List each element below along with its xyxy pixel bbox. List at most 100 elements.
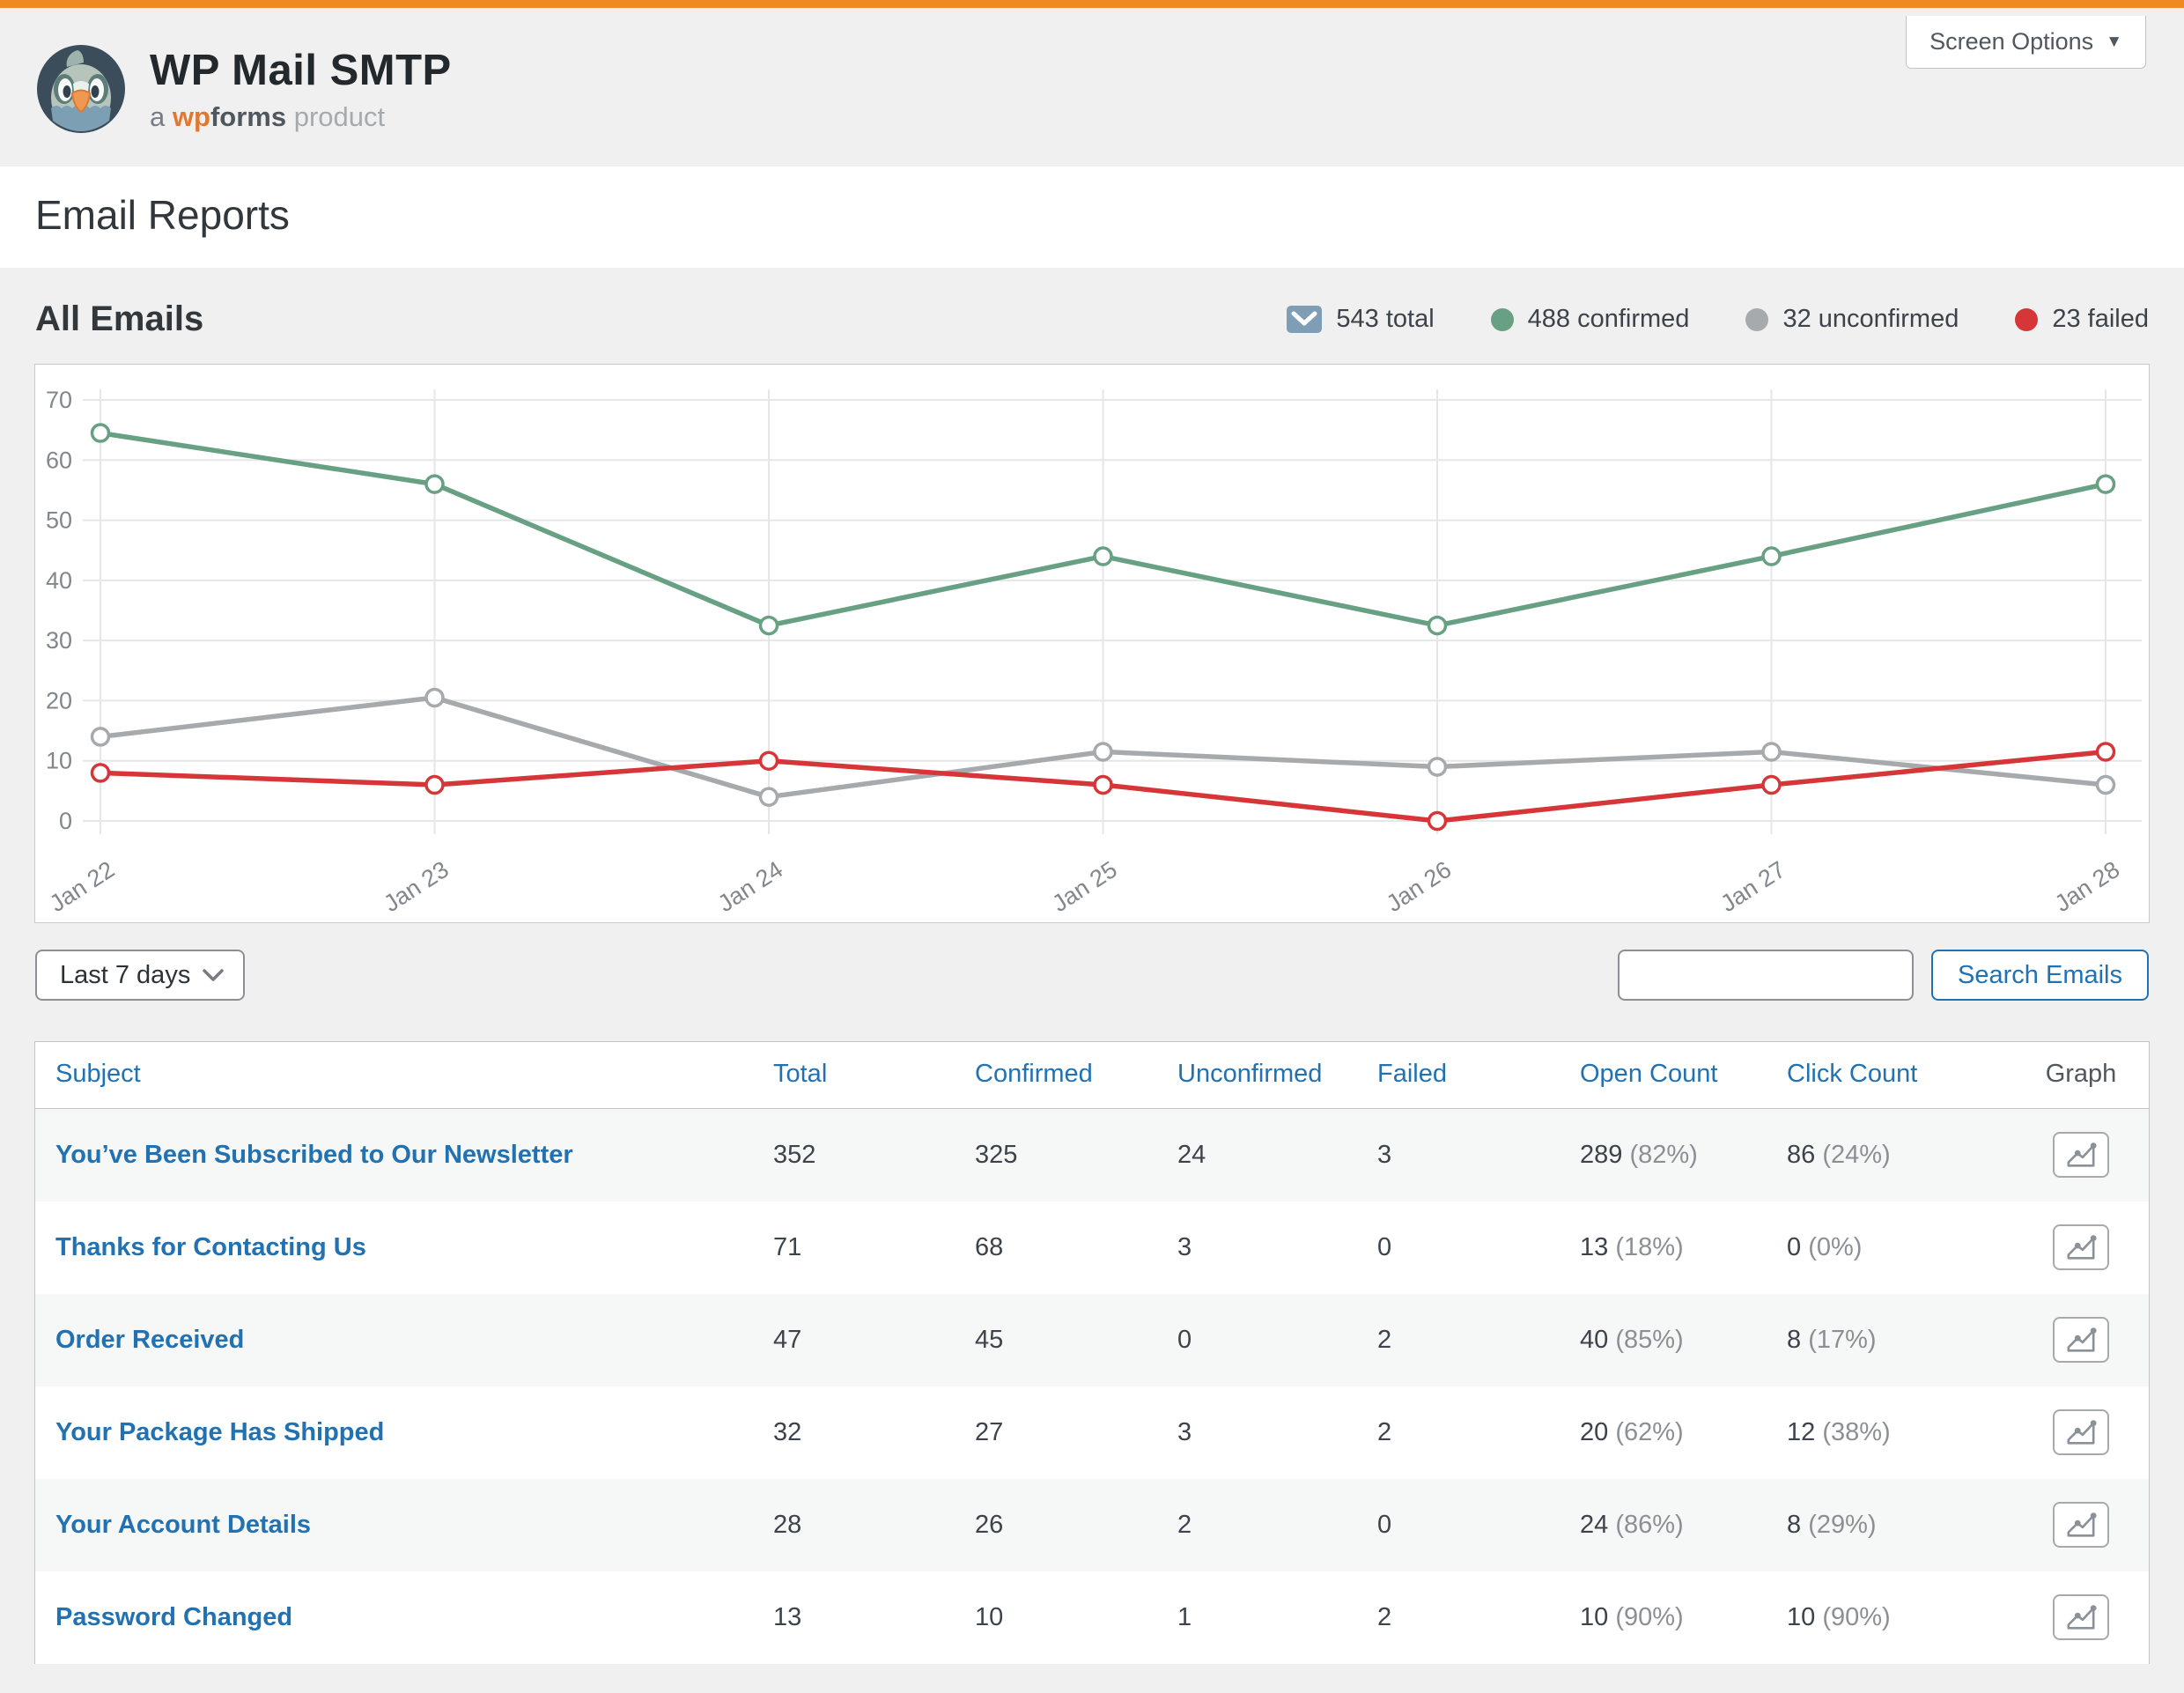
confirmed-dot-icon [1491, 308, 1514, 331]
date-range-value: Last 7 days [60, 961, 190, 990]
svg-text:Jan 27: Jan 27 [1715, 856, 1789, 917]
click-count-value: 0 (0%) [1787, 1201, 2013, 1294]
top-accent-bar [0, 0, 2184, 8]
column-header-click-count: Click Count [1787, 1042, 2013, 1109]
graph-cell [2013, 1294, 2149, 1386]
graph-cell [2013, 1571, 2149, 1664]
table-row: Thanks for Contacting Us71683013 (18%)0 … [35, 1201, 2149, 1294]
app-title: WP Mail SMTP [150, 46, 452, 95]
subject-link[interactable]: Thanks for Contacting Us [55, 1233, 366, 1261]
confirmed-value: 68 [975, 1201, 1177, 1294]
open-count-percent: (86%) [1615, 1511, 1683, 1539]
unconfirmed-value: 24 [1177, 1109, 1377, 1201]
svg-text:0: 0 [59, 808, 72, 834]
open-count-value: 289 (82%) [1580, 1109, 1787, 1201]
row-graph-button[interactable] [2053, 1317, 2109, 1363]
legend-item: 488 confirmed [1491, 305, 1690, 334]
row-graph-button[interactable] [2053, 1594, 2109, 1640]
svg-text:Jan 23: Jan 23 [379, 856, 453, 917]
search-emails-button[interactable]: Search Emails [1931, 950, 2149, 1001]
unconfirmed-value: 3 [1177, 1386, 1377, 1479]
mini-chart-icon [2062, 1140, 2099, 1170]
confirmed-value: 325 [975, 1109, 1177, 1201]
failed-dot-icon [2015, 308, 2038, 331]
wpforms-wordmark-forms: forms [210, 101, 286, 132]
click-count-value: 12 (38%) [1787, 1386, 2013, 1479]
chevron-down-icon [203, 969, 224, 982]
sort-link-failed[interactable]: Failed [1377, 1060, 1447, 1088]
mini-chart-icon [2062, 1510, 2099, 1540]
svg-text:Jan 22: Jan 22 [45, 856, 119, 917]
total-value: 13 [773, 1571, 975, 1664]
open-count-value: 40 (85%) [1580, 1294, 1787, 1386]
confirmed-value: 45 [975, 1294, 1177, 1386]
open-count-percent: (62%) [1615, 1418, 1683, 1446]
svg-text:60: 60 [46, 447, 72, 473]
svg-text:30: 30 [46, 627, 72, 654]
email-reports-table: Subject Total Confirmed Unconfirmed Failed Op… [35, 1042, 2149, 1664]
row-graph-button[interactable] [2053, 1502, 2109, 1548]
click-count-value: 10 (90%) [1787, 1571, 2013, 1664]
failed-value: 0 [1377, 1201, 1580, 1294]
screen-options-button[interactable]: Screen Options ▼ [1906, 16, 2146, 69]
legend-label: 543 total [1336, 305, 1434, 334]
subject-link[interactable]: Your Account Details [55, 1511, 311, 1539]
row-graph-button[interactable] [2053, 1409, 2109, 1455]
sort-link-subject[interactable]: Subject [55, 1060, 141, 1088]
subject-link[interactable]: You’ve Been Subscribed to Our Newsletter [55, 1141, 573, 1169]
email-reports-content: All Emails 543 total488 confirmed32 unco… [0, 268, 2184, 1664]
wpforms-wordmark-wp: wp [173, 101, 210, 132]
click-count-percent: (0%) [1808, 1233, 1862, 1261]
subtitle-prefix: a [150, 101, 165, 132]
table-row: Order Received47450240 (85%)8 (17%) [35, 1294, 2149, 1386]
subject-link[interactable]: Order Received [55, 1326, 244, 1354]
unconfirmed-value: 0 [1177, 1294, 1377, 1386]
total-value: 32 [773, 1386, 975, 1479]
screen-options-label: Screen Options [1929, 28, 2093, 55]
table-row: You’ve Been Subscribed to Our Newsletter… [35, 1109, 2149, 1201]
page-title: Email Reports [35, 191, 2149, 239]
brand-text: WP Mail SMTP a wpforms product [150, 46, 452, 133]
click-count-value: 8 (29%) [1787, 1479, 2013, 1571]
app-subtitle: a wpforms product [150, 101, 452, 133]
section-head: All Emails 543 total488 confirmed32 unco… [35, 299, 2149, 339]
search-group: Search Emails [1618, 950, 2149, 1001]
subtitle-suffix: product [294, 101, 385, 132]
subject-link[interactable]: Your Package Has Shipped [55, 1418, 384, 1446]
svg-text:Jan 28: Jan 28 [2050, 856, 2124, 917]
page-title-bar: Email Reports [0, 166, 2184, 268]
unconfirmed-dot-icon [1745, 308, 1768, 331]
column-header-subject: Subject [35, 1042, 773, 1109]
open-count-value: 24 (86%) [1580, 1479, 1787, 1571]
table-header-row: Subject Total Confirmed Unconfirmed Failed Op… [35, 1042, 2149, 1109]
open-count-percent: (82%) [1629, 1141, 1697, 1169]
sort-link-click-count[interactable]: Click Count [1787, 1060, 1917, 1088]
sort-link-unconfirmed[interactable]: Unconfirmed [1177, 1060, 1322, 1088]
open-count-value: 10 (90%) [1580, 1571, 1787, 1664]
search-input[interactable] [1618, 950, 1914, 1001]
envelope-icon [1287, 306, 1322, 333]
sort-link-total[interactable]: Total [773, 1060, 827, 1088]
table-controls: Last 7 days Search Emails [35, 950, 2149, 1001]
confirmed-value: 26 [975, 1479, 1177, 1571]
failed-value: 2 [1377, 1571, 1580, 1664]
graph-cell [2013, 1479, 2149, 1571]
column-header-total: Total [773, 1042, 975, 1109]
line-chart-svg: 010203040506070Jan 22Jan 23Jan 24Jan 25J… [35, 365, 2149, 922]
failed-value: 0 [1377, 1479, 1580, 1571]
plugin-header: WP Mail SMTP a wpforms product Screen Op… [0, 8, 2184, 166]
sort-link-confirmed[interactable]: Confirmed [975, 1060, 1093, 1088]
total-value: 352 [773, 1109, 975, 1201]
confirmed-value: 27 [975, 1386, 1177, 1479]
table-row: Your Account Details28262024 (86%)8 (29%… [35, 1479, 2149, 1571]
row-graph-button[interactable] [2053, 1224, 2109, 1270]
legend-item: 543 total [1287, 305, 1434, 334]
row-graph-button[interactable] [2053, 1132, 2109, 1178]
date-range-select[interactable]: Last 7 days [35, 950, 245, 1001]
legend-label: 488 confirmed [1528, 305, 1690, 334]
legend-label: 32 unconfirmed [1782, 305, 1959, 334]
mini-chart-icon [2062, 1602, 2099, 1632]
subject-link[interactable]: Password Changed [55, 1603, 292, 1631]
sort-link-open-count[interactable]: Open Count [1580, 1060, 1717, 1088]
svg-text:10: 10 [46, 748, 72, 774]
